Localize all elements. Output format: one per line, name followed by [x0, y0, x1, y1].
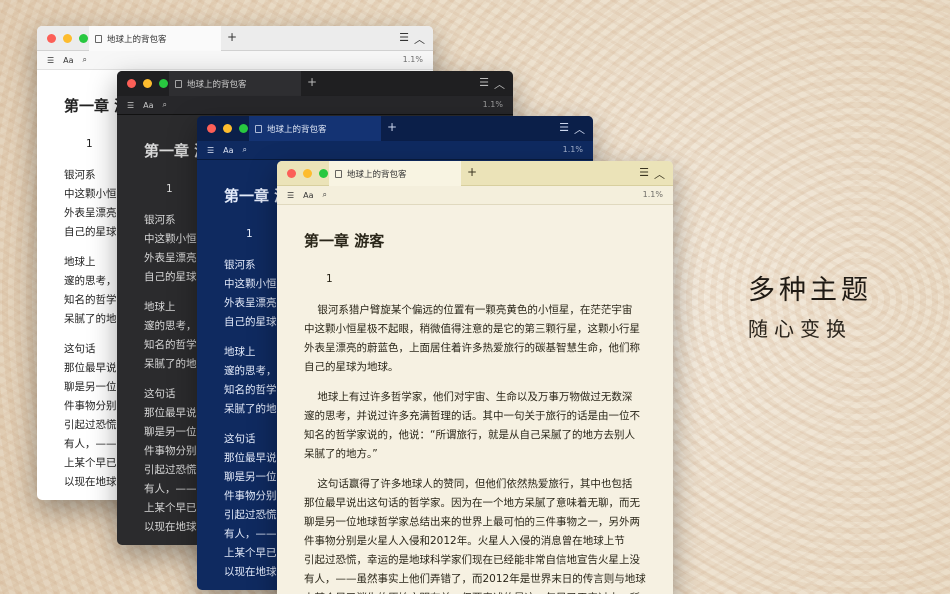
tagline-line2: 随心变换	[748, 317, 852, 341]
paragraph-1: 银河系 中这颗小恒 外表呈漂亮 自己的星球	[224, 259, 277, 328]
search-icon[interactable]: ⌕	[163, 100, 167, 110]
chevron-up-icon[interactable]: ︿	[414, 31, 425, 47]
toolbar: ☰ Aa ⌕ 1.1%	[277, 186, 673, 205]
chevron-up-icon[interactable]: ︿	[494, 76, 505, 92]
chevron-up-icon[interactable]: ︿	[574, 121, 585, 137]
chapter-title: 第一章 游客	[304, 232, 385, 250]
reading-progress: 1.1%	[562, 145, 583, 154]
tagline-line1: 多种主题	[748, 275, 872, 306]
paragraph-2: 地球上有过许多哲学家，他们对宇宙、生命以及万事万物做过无数深 邃的思考，并说过许…	[304, 391, 640, 460]
titlebar: 地球上的背包客 + ☰ ︿	[197, 116, 593, 141]
paragraph-2: 地球上 邃的思考， 知名的哲学 呆腻了的地	[224, 346, 277, 415]
new-tab-button[interactable]: +	[387, 120, 397, 134]
paragraph-1: 银河系猎户臂旋某个偏远的位置有一颗亮黄色的小恒星，在茫茫宇宙 中这颗小恒星极不起…	[304, 304, 640, 373]
minimize-button[interactable]	[303, 169, 312, 178]
font-settings-button[interactable]: Aa	[143, 101, 153, 110]
document-icon	[95, 34, 102, 43]
toolbar: ☰ Aa ⌕ 1.1%	[37, 51, 433, 70]
toc-list-icon[interactable]: ☰	[207, 146, 214, 155]
search-icon[interactable]: ⌕	[243, 145, 247, 155]
toc-list-icon[interactable]: ☰	[287, 191, 294, 200]
tagline: 多种主题 随心变换	[748, 268, 872, 342]
paragraph-2: 地球上 邃的思考， 知名的哲学 呆腻了的地	[64, 256, 117, 325]
zoom-button[interactable]	[319, 169, 328, 178]
tab-book[interactable]: 地球上的背包客	[329, 161, 461, 186]
document-icon	[255, 124, 262, 133]
paragraph-3: 这句话 那位最早说 聊是另一位 件事物分别 引起过恐慌 有人，—— 上某个早已 …	[224, 433, 277, 578]
menu-icon[interactable]: ☰	[559, 121, 569, 137]
zoom-button[interactable]	[159, 79, 168, 88]
new-tab-button[interactable]: +	[467, 165, 477, 179]
chevron-up-icon[interactable]: ︿	[654, 166, 665, 182]
minimize-button[interactable]	[63, 34, 72, 43]
tab-book[interactable]: 地球上的背包客	[169, 71, 301, 96]
section-number: 1	[86, 138, 93, 150]
new-tab-button[interactable]: +	[307, 75, 317, 89]
titlebar: 地球上的背包客 + ☰ ︿	[277, 161, 673, 186]
section-number: 1	[166, 183, 173, 195]
minimize-button[interactable]	[143, 79, 152, 88]
new-tab-button[interactable]: +	[227, 30, 237, 44]
tab-title: 地球上的背包客	[347, 169, 407, 180]
reading-progress: 1.1%	[642, 190, 663, 199]
reading-progress: 1.1%	[402, 55, 423, 64]
menu-icon[interactable]: ☰	[639, 166, 649, 182]
font-settings-button[interactable]: Aa	[63, 56, 73, 65]
titlebar: 地球上的背包客 + ☰ ︿	[117, 71, 513, 96]
paragraph-1: 银河系 中这颗小恒 外表呈漂亮 自己的星球	[64, 169, 117, 238]
section-number: 1	[326, 273, 333, 285]
close-button[interactable]	[47, 34, 56, 43]
tab-title: 地球上的背包客	[107, 34, 167, 45]
paragraph-3: 这句话 那位最早说 聊是另一位 件事物分别 引起过恐慌 有人，—— 上某个早已 …	[144, 388, 197, 533]
titlebar: 地球上的背包客 + ☰ ︿	[37, 26, 433, 51]
document-icon	[175, 79, 182, 88]
search-icon[interactable]: ⌕	[323, 190, 327, 200]
reader-window-cream: 地球上的背包客 + ☰ ︿ ☰ Aa ⌕ 1.1% 第一章 游客 1 银河系猎户…	[277, 161, 673, 594]
tab-book[interactable]: 地球上的背包客	[249, 116, 381, 141]
paragraph-2: 地球上 邃的思考， 知名的哲学 呆腻了的地	[144, 301, 197, 370]
toolbar: ☰ Aa ⌕ 1.1%	[197, 141, 593, 160]
tab-book[interactable]: 地球上的背包客	[89, 26, 221, 51]
zoom-button[interactable]	[79, 34, 88, 43]
search-icon[interactable]: ⌕	[83, 55, 87, 65]
tab-title: 地球上的背包客	[187, 79, 247, 90]
menu-icon[interactable]: ☰	[479, 76, 489, 92]
font-settings-button[interactable]: Aa	[303, 191, 313, 200]
close-button[interactable]	[207, 124, 216, 133]
minimize-button[interactable]	[223, 124, 232, 133]
paragraph-3: 这句话 那位最早说 聊是另一位 件事物分别 引起过恐慌 有人，—— 上某个早已 …	[64, 343, 117, 488]
tab-title: 地球上的背包客	[267, 124, 327, 135]
reading-progress: 1.1%	[482, 100, 503, 109]
paragraph-1: 银河系 中这颗小恒 外表呈漂亮 自己的星球	[144, 214, 197, 283]
close-button[interactable]	[287, 169, 296, 178]
document-icon	[335, 169, 342, 178]
toc-list-icon[interactable]: ☰	[47, 56, 54, 65]
toc-list-icon[interactable]: ☰	[127, 101, 134, 110]
font-settings-button[interactable]: Aa	[223, 146, 233, 155]
toolbar: ☰ Aa ⌕ 1.1%	[117, 96, 513, 115]
section-number: 1	[246, 228, 253, 240]
close-button[interactable]	[127, 79, 136, 88]
menu-icon[interactable]: ☰	[399, 31, 409, 47]
paragraph-3: 这句话赢得了许多地球人的赞同，但他们依然热爱旅行，其中也包括 那位最早说出这句话…	[304, 478, 646, 594]
zoom-button[interactable]	[239, 124, 248, 133]
